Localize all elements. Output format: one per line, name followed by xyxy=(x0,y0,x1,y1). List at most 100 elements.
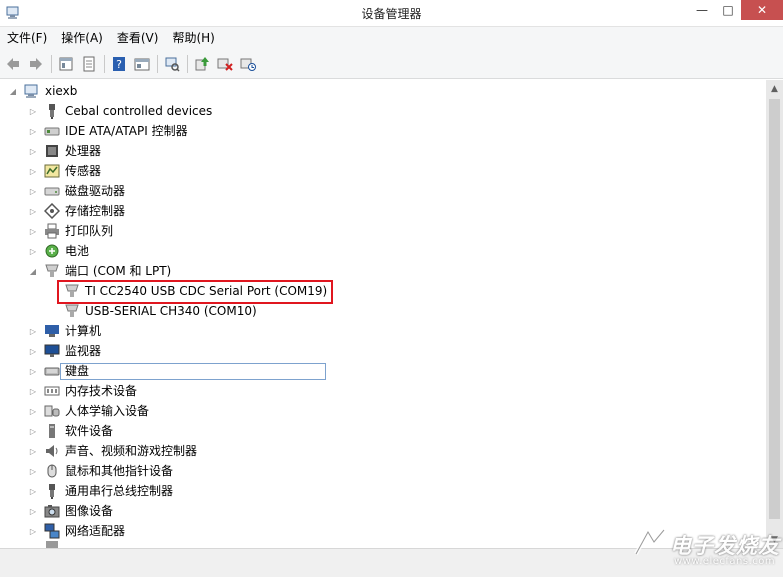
vertical-scrollbar[interactable]: ▲ ▼ xyxy=(766,80,783,548)
expand-toggle[interactable]: ▷ xyxy=(28,141,38,161)
expand-toggle[interactable]: ◢ xyxy=(8,81,18,101)
tree-node-keyboard[interactable]: ▷ 键盘 xyxy=(28,361,89,381)
camera-icon xyxy=(44,505,60,518)
tree-node-hid[interactable]: ▷ 人体学输入设备 xyxy=(28,401,149,421)
expand-toggle[interactable]: ▷ xyxy=(28,441,38,461)
tree-node-battery[interactable]: ▷ 电池 xyxy=(28,241,89,261)
expand-toggle[interactable]: ▷ xyxy=(28,161,38,181)
disable-device-button[interactable] xyxy=(215,54,235,74)
back-button[interactable] xyxy=(3,54,23,74)
expand-toggle[interactable]: ▷ xyxy=(28,221,38,241)
back-icon xyxy=(7,57,19,70)
software-device-icon xyxy=(49,424,55,438)
expand-toggle[interactable]: ▷ xyxy=(28,241,38,261)
details-button[interactable] xyxy=(132,54,152,74)
help-button[interactable]: ? xyxy=(109,54,129,74)
node-label: 处理器 xyxy=(65,144,102,158)
sensor-icon xyxy=(44,164,60,178)
uninstall-device-button[interactable] xyxy=(238,54,258,74)
tree-node-storage[interactable]: ▷ 存储控制器 xyxy=(28,201,125,221)
update-driver-button[interactable] xyxy=(192,54,212,74)
toolbar-separator xyxy=(51,54,52,73)
expand-toggle[interactable]: ◢ xyxy=(28,261,38,281)
monitor-icon xyxy=(44,344,60,357)
menu-view[interactable]: 查看(V) xyxy=(110,27,166,49)
network-adapter-icon xyxy=(44,523,60,539)
tree-node-disk[interactable]: ▷ 磁盘驱动器 xyxy=(28,181,125,201)
node-label: IDE ATA/ATAPI 控制器 xyxy=(65,124,188,138)
menu-action[interactable]: 操作(A) xyxy=(54,27,110,49)
page-icon xyxy=(83,56,95,71)
tree-node-ide[interactable]: ▷ IDE ATA/ATAPI 控制器 xyxy=(28,121,188,141)
node-label: 打印队列 xyxy=(65,224,114,238)
minimize-button[interactable]: — xyxy=(690,0,714,20)
expand-toggle[interactable]: ▷ xyxy=(28,501,38,521)
tree-root[interactable]: ◢ xiexb xyxy=(8,81,77,101)
menu-file[interactable]: 文件(F) xyxy=(0,27,54,49)
tree-node-monitor[interactable]: ▷ 监视器 xyxy=(28,341,101,361)
properties-view-button[interactable] xyxy=(56,54,76,74)
tree-node-ch340[interactable]: USB-SERIAL CH340 (COM10) xyxy=(64,301,257,321)
svg-text:?: ? xyxy=(116,58,122,71)
expand-toggle[interactable]: ▷ xyxy=(28,461,38,481)
expand-toggle[interactable]: ▷ xyxy=(28,321,38,341)
forward-button[interactable] xyxy=(26,54,46,74)
expand-toggle[interactable]: ▷ xyxy=(28,381,38,401)
tree-node-processor[interactable]: ▷ 处理器 xyxy=(28,141,101,161)
expand-toggle[interactable]: ▷ xyxy=(28,521,38,541)
expand-toggle xyxy=(28,541,38,548)
expand-toggle[interactable]: ▷ xyxy=(28,481,38,501)
tree-node-cebal[interactable]: ▷ Cebal controlled devices xyxy=(28,101,212,121)
tree-node-computer[interactable]: ▷ 计算机 xyxy=(28,321,101,341)
tree-node-software[interactable]: ▷ 软件设备 xyxy=(28,421,113,441)
tree-node-print-queue[interactable]: ▷ 打印队列 xyxy=(28,221,113,241)
uninstall-device-icon xyxy=(240,58,256,71)
port-icon xyxy=(45,264,59,277)
expand-toggle[interactable]: ▷ xyxy=(28,341,38,361)
watermark-url: www.elecfans.com xyxy=(674,556,776,567)
tree-node-network[interactable]: ▷ 网络适配器 xyxy=(28,521,125,541)
node-label: 传感器 xyxy=(65,164,102,178)
maximize-button[interactable]: □ xyxy=(716,0,740,20)
tree-node-usb[interactable]: ▷ 通用串行总线控制器 xyxy=(28,481,173,501)
node-label: 电池 xyxy=(65,244,90,258)
computer-icon xyxy=(24,84,38,98)
window-title: 设备管理器 xyxy=(361,7,422,21)
tree-node-sensor[interactable]: ▷ 传感器 xyxy=(28,161,101,181)
page-button[interactable] xyxy=(79,54,99,74)
scan-hardware-button[interactable] xyxy=(162,54,182,74)
toolbar-separator xyxy=(157,54,158,73)
disable-device-icon xyxy=(217,58,233,71)
details-icon xyxy=(134,58,150,70)
usb-plug-icon xyxy=(49,484,55,499)
expand-toggle[interactable]: ▷ xyxy=(28,401,38,421)
tree-node-partial xyxy=(28,541,65,548)
device-tree: ◢ xiexb ▷ Cebal controlled devices ▷ IDE… xyxy=(0,80,766,548)
tree-node-imaging[interactable]: ▷ 图像设备 xyxy=(28,501,113,521)
storage-controller-icon xyxy=(44,203,60,219)
expand-toggle[interactable]: ▷ xyxy=(28,181,38,201)
tree-node-memory[interactable]: ▷ 内存技术设备 xyxy=(28,381,137,401)
keyboard-icon xyxy=(44,367,60,376)
tree-node-sound[interactable]: ▷ 声音、视频和游戏控制器 xyxy=(28,441,197,461)
tree-node-ports[interactable]: ◢ 端口 (COM 和 LPT) xyxy=(28,261,171,281)
title-bar: 设备管理器 — □ ✕ xyxy=(0,0,783,27)
speaker-icon xyxy=(46,445,58,457)
expand-toggle[interactable]: ▷ xyxy=(28,201,38,221)
expand-toggle[interactable]: ▷ xyxy=(28,361,38,381)
close-button[interactable]: ✕ xyxy=(741,0,783,20)
menu-bar: 文件(F) 操作(A) 查看(V) 帮助(H) xyxy=(0,27,783,49)
ide-controller-icon xyxy=(44,127,60,136)
node-label: 声音、视频和游戏控制器 xyxy=(65,444,198,458)
toolbar-separator xyxy=(187,54,188,73)
tree-node-mouse[interactable]: ▷ 鼠标和其他指针设备 xyxy=(28,461,173,481)
expand-toggle[interactable]: ▷ xyxy=(28,421,38,441)
menu-help[interactable]: 帮助(H) xyxy=(165,27,221,49)
expand-toggle[interactable]: ▷ xyxy=(28,121,38,141)
disk-drive-icon xyxy=(44,187,60,196)
node-label: 内存技术设备 xyxy=(65,384,138,398)
scroll-up-button[interactable]: ▲ xyxy=(766,80,783,97)
node-label: USB-SERIAL CH340 (COM10) xyxy=(85,304,257,318)
expand-toggle[interactable]: ▷ xyxy=(28,101,38,121)
scroll-thumb[interactable] xyxy=(769,99,780,519)
